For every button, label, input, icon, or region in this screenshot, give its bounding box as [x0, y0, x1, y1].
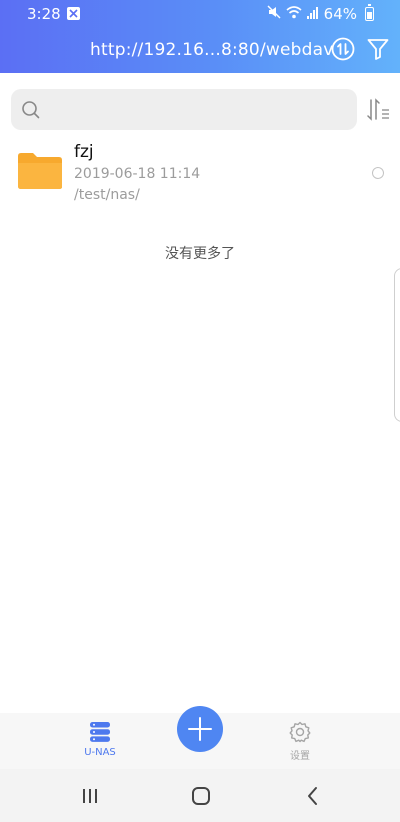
gear-icon [289, 721, 311, 743]
notification-icon [67, 7, 80, 20]
mute-icon [267, 5, 281, 23]
sync-button[interactable] [331, 37, 355, 61]
end-of-list-text: 没有更多了 [165, 246, 235, 262]
system-navigation-bar [0, 769, 400, 822]
tab-settings[interactable]: 设置 [260, 713, 340, 769]
back-icon [308, 787, 317, 805]
sort-icon [367, 98, 389, 121]
back-button[interactable] [301, 784, 325, 808]
server-icon [90, 722, 110, 742]
filter-button[interactable] [366, 37, 390, 61]
list-item[interactable]: fzj 2019-06-18 11:14 /test/nas/ [0, 140, 400, 210]
plus-icon [188, 717, 212, 741]
status-indicators: 64% [267, 4, 374, 23]
signal-icon [306, 5, 319, 23]
item-name: fzj [74, 142, 94, 162]
filter-icon [367, 39, 389, 60]
screen: 3:28 64% http://192.16...8:80/webdav fzj… [0, 0, 400, 822]
edge-panel-handle[interactable] [394, 268, 400, 422]
item-date: 2019-06-18 11:14 [74, 166, 201, 182]
status-bar: 3:28 64% [0, 0, 400, 28]
search-icon [22, 101, 40, 119]
sync-icon [331, 37, 355, 61]
search-input[interactable] [47, 89, 347, 130]
recent-apps-button[interactable] [78, 784, 102, 808]
server-url-title: http://192.16...8:80/webdav [90, 40, 334, 60]
tab-unas[interactable]: U-NAS [60, 713, 140, 769]
battery-percent: 64% [323, 5, 357, 23]
folder-icon [18, 153, 62, 189]
recent-apps-icon [83, 789, 97, 803]
home-button[interactable] [189, 784, 213, 808]
app-header: 3:28 64% http://192.16...8:80/webdav [0, 0, 400, 73]
sort-button[interactable] [367, 97, 391, 123]
battery-icon [365, 4, 374, 21]
home-icon [192, 787, 210, 805]
search-bar[interactable] [11, 89, 357, 130]
select-radio[interactable] [372, 167, 384, 179]
wifi-icon [286, 5, 302, 23]
item-path: /test/nas/ [74, 187, 140, 203]
tab-label: U-NAS [84, 747, 116, 758]
add-button[interactable] [177, 706, 223, 752]
status-time: 3:28 [27, 5, 61, 23]
search-row [0, 89, 400, 131]
tab-label: 设置 [290, 751, 310, 762]
